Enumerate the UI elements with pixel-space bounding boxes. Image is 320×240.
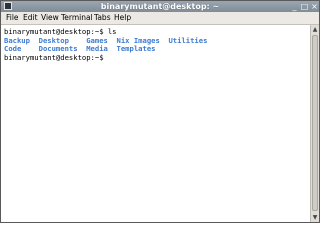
minimize-button[interactable]: _ — [290, 2, 299, 11]
terminal-window: binarymutant@desktop: ~ _ □ × File Edit … — [0, 0, 320, 223]
menu-view[interactable]: View — [41, 12, 59, 24]
vertical-scrollbar[interactable]: ▲ ▼ — [310, 25, 319, 222]
current-prompt-line: binarymutant@desktop:~$ — [4, 52, 310, 63]
dir-templates: Templates — [116, 44, 156, 54]
menu-tabs[interactable]: Tabs — [94, 12, 111, 24]
title-bar[interactable]: binarymutant@desktop: ~ _ □ × — [1, 1, 319, 12]
maximize-button[interactable]: □ — [300, 2, 309, 11]
menu-help[interactable]: Help — [114, 12, 131, 24]
menu-bar: File Edit View Terminal Tabs Help — [1, 12, 319, 25]
scroll-thumb[interactable] — [312, 35, 318, 211]
dir-utilities: Utilities — [168, 35, 208, 45]
close-button[interactable]: × — [310, 2, 319, 11]
prompt: binarymutant@desktop:~$ — [4, 52, 104, 62]
menu-terminal[interactable]: Terminal — [61, 12, 93, 24]
menu-edit[interactable]: Edit — [23, 12, 38, 24]
menu-file[interactable]: File — [6, 12, 19, 24]
scroll-down-arrow-icon[interactable]: ▼ — [311, 213, 319, 222]
window-title: binarymutant@desktop: ~ — [100, 2, 220, 11]
terminal-output[interactable]: binarymutant@desktop:~$ ls Backup Deskto… — [1, 25, 310, 222]
scroll-up-arrow-icon[interactable]: ▲ — [311, 25, 319, 34]
